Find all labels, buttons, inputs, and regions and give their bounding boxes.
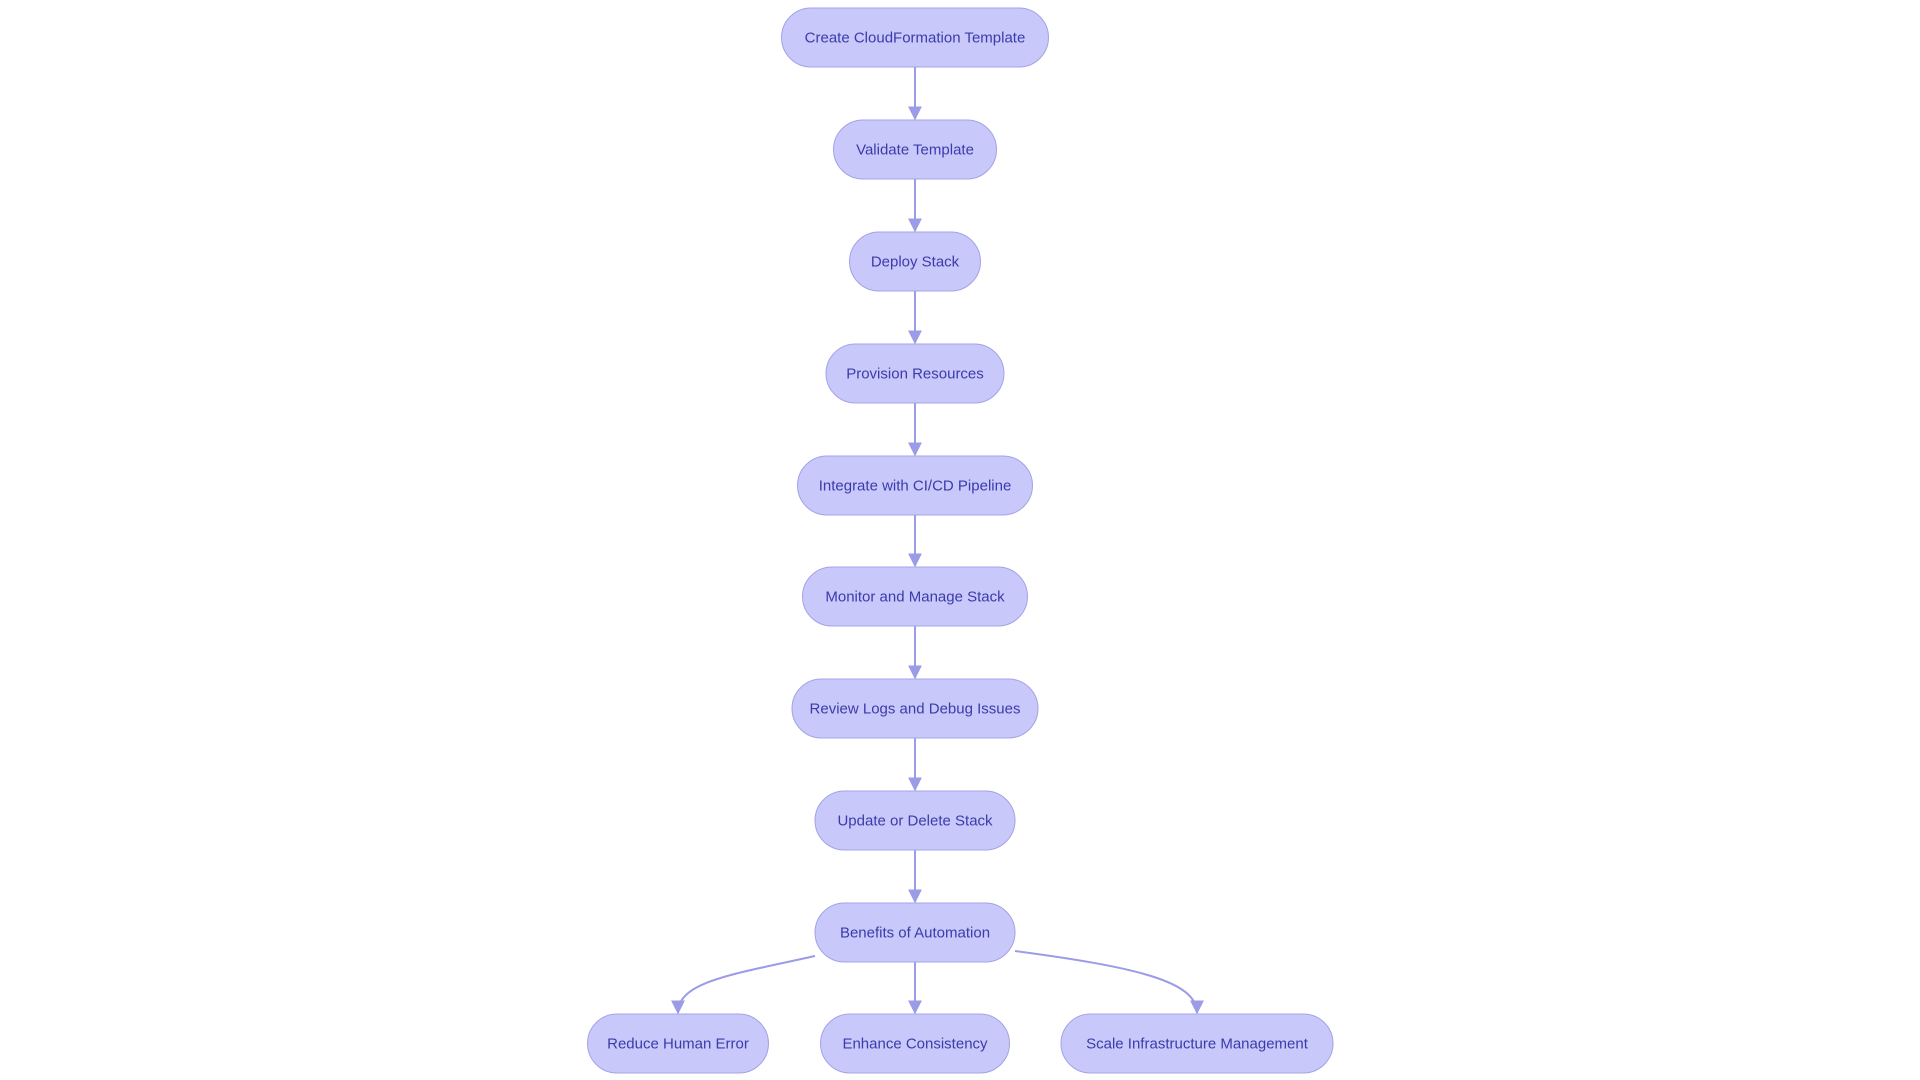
node-label: Reduce Human Error: [607, 1036, 749, 1053]
node-label: Review Logs and Debug Issues: [810, 701, 1021, 718]
node-update: Update or Delete Stack: [814, 790, 1016, 851]
node-label: Benefits of Automation: [840, 925, 990, 942]
node-monitor: Monitor and Manage Stack: [802, 566, 1028, 627]
edge-benefits-to-reduce: [671, 955, 816, 1015]
node-validate: Validate Template: [833, 119, 997, 180]
node-enhance: Enhance Consistency: [820, 1013, 1010, 1074]
node-label: Monitor and Manage Stack: [825, 589, 1005, 606]
nodes-layer: Create CloudFormation Template Validate T…: [587, 7, 1334, 1074]
node-label: Scale Infrastructure Management: [1086, 1036, 1309, 1053]
flowchart: Create CloudFormation Template Validate T…: [587, 7, 1334, 1074]
node-benefits: Benefits of Automation: [814, 902, 1016, 963]
edge-benefits-to-scale: [1014, 950, 1204, 1015]
node-label: Validate Template: [856, 142, 974, 159]
node-integrate: Integrate with CI/CD Pipeline: [797, 455, 1033, 516]
node-label: Create CloudFormation Template: [805, 30, 1026, 47]
node-create: Create CloudFormation Template: [781, 7, 1049, 68]
node-scale: Scale Infrastructure Management: [1060, 1013, 1334, 1074]
node-label: Provision Resources: [846, 366, 984, 383]
node-review: Review Logs and Debug Issues: [791, 678, 1039, 739]
edges-layer: [671, 67, 1204, 1015]
node-reduce: Reduce Human Error: [587, 1013, 769, 1074]
node-label: Integrate with CI/CD Pipeline: [819, 478, 1012, 495]
node-label: Enhance Consistency: [842, 1036, 988, 1053]
node-provision: Provision Resources: [825, 343, 1005, 404]
node-label: Update or Delete Stack: [837, 813, 993, 830]
node-label: Deploy Stack: [871, 254, 960, 271]
node-deploy: Deploy Stack: [849, 231, 981, 292]
